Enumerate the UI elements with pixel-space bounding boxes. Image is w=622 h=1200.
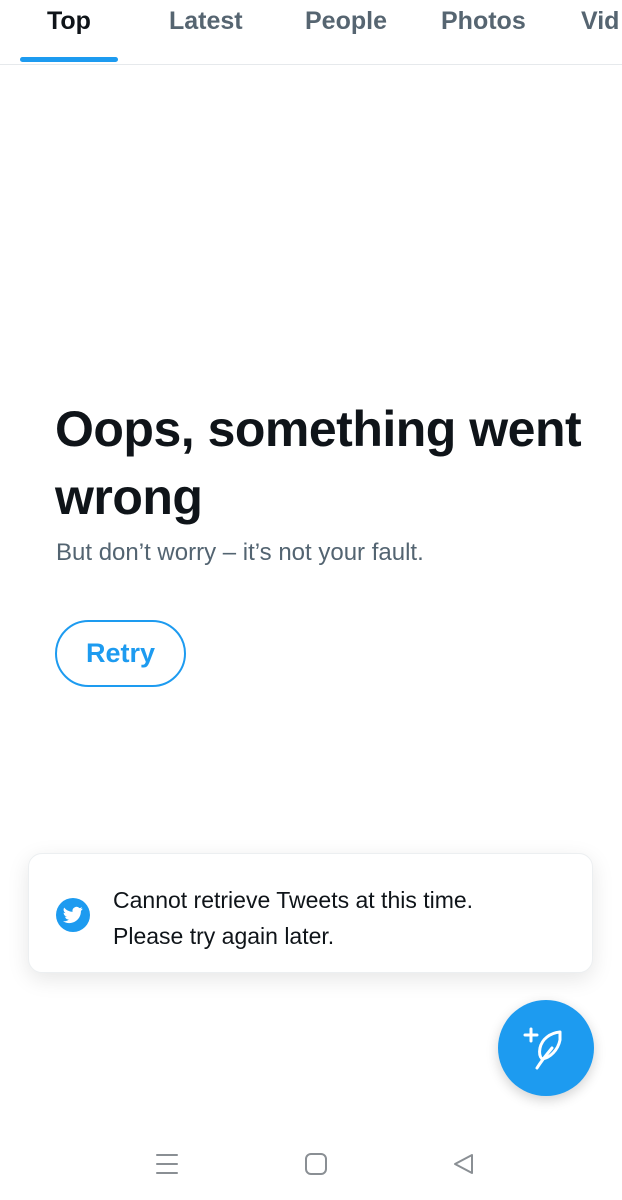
tab-latest[interactable]: Latest <box>169 7 243 36</box>
compose-tweet-button[interactable] <box>498 1000 594 1096</box>
tab-people[interactable]: People <box>305 7 387 36</box>
back-triangle-icon <box>454 1154 473 1174</box>
retry-button[interactable]: Retry <box>55 620 186 687</box>
home-square-icon <box>305 1153 327 1175</box>
tab-photos[interactable]: Photos <box>441 7 526 36</box>
active-tab-indicator <box>20 57 118 62</box>
error-toast: Cannot retrieve Tweets at this time. Ple… <box>28 853 593 973</box>
back-button[interactable] <box>443 1146 483 1182</box>
toast-message: Cannot retrieve Tweets at this time. Ple… <box>113 882 573 954</box>
menu-icon <box>156 1154 178 1174</box>
tab-videos[interactable]: Vid <box>581 7 619 36</box>
toast-line-2: Please try again later. <box>113 923 335 949</box>
twitter-bird-icon <box>56 898 90 932</box>
error-subtitle: But don’t worry – it’s not your fault. <box>56 539 424 566</box>
tab-top[interactable]: Top <box>47 7 91 36</box>
error-title: Oops, something went wrong <box>55 401 582 525</box>
recents-button[interactable] <box>147 1146 187 1182</box>
home-button[interactable] <box>296 1146 336 1182</box>
compose-tweet-icon <box>523 1027 562 1070</box>
toast-line-1: Cannot retrieve Tweets at this time. <box>113 887 474 913</box>
search-tab-bar: Top Latest People Photos Vid <box>0 0 622 65</box>
system-navigation-bar <box>0 1128 622 1200</box>
search-results-page: Top Latest People Photos Vid Oops, somet… <box>0 0 622 1200</box>
